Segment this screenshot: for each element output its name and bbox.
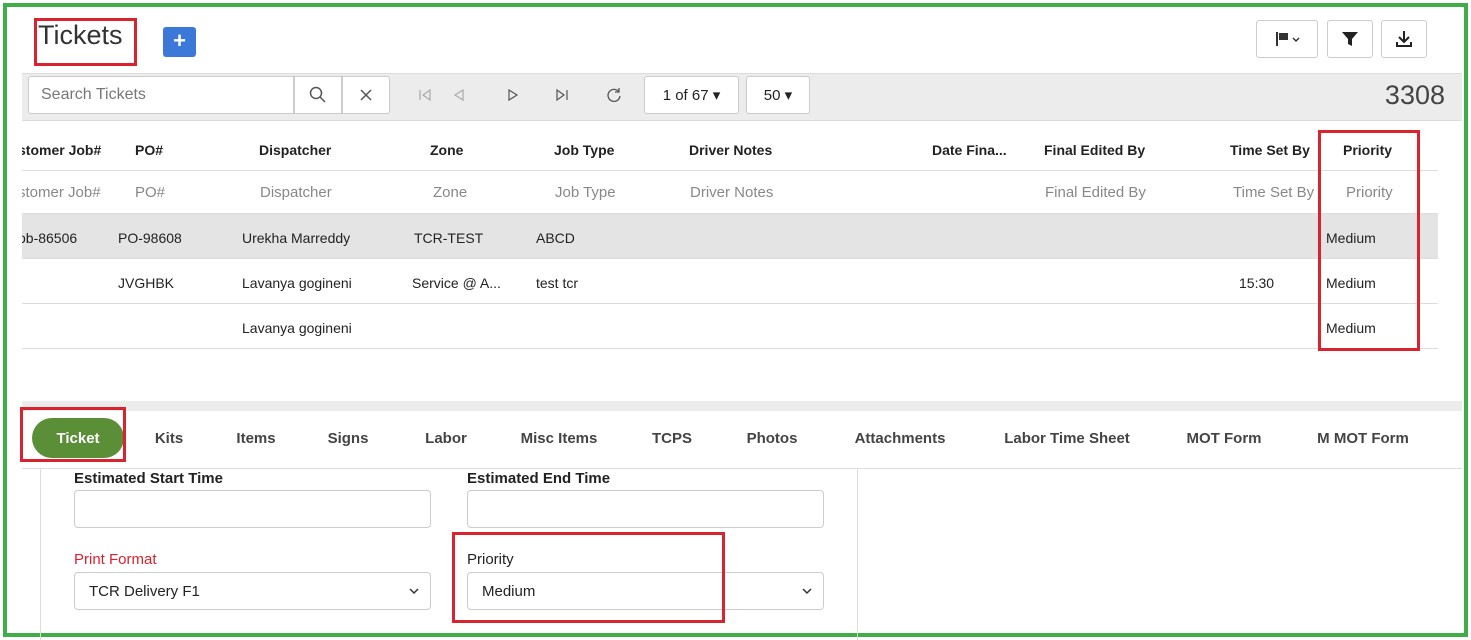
cell-time-set-by: 15:30 <box>1239 275 1275 291</box>
tab-misc-items[interactable]: Misc Items <box>510 418 608 458</box>
search-button[interactable] <box>294 76 342 114</box>
col-header-customer-job[interactable]: stomer Job# <box>22 142 101 158</box>
cell-priority: Medium <box>1326 275 1376 291</box>
tickets-grid: stomer Job# PO# Dispatcher Zone Job Type… <box>22 121 1438 349</box>
tab-signs[interactable]: Signs <box>320 418 376 458</box>
tab-items[interactable]: Items <box>228 418 284 458</box>
download-icon <box>1396 31 1412 47</box>
tab-labor-time-sheet[interactable]: Labor Time Sheet <box>992 418 1142 458</box>
refresh-icon[interactable] <box>603 84 625 106</box>
cell-priority: Medium <box>1326 230 1376 246</box>
priority-value: Medium <box>482 582 536 600</box>
tab-attachments[interactable]: Attachments <box>842 418 958 458</box>
estimated-start-input[interactable] <box>74 490 431 528</box>
col-header-date-final[interactable]: Date Fina... <box>932 142 1007 158</box>
clear-search-button[interactable] <box>342 76 390 114</box>
filter-po[interactable]: PO# <box>135 184 165 201</box>
tab-tcps[interactable]: TCPS <box>643 418 701 458</box>
add-ticket-button[interactable]: + <box>163 27 196 57</box>
cell-customer-job: ob-86506 <box>22 230 78 246</box>
cell-dispatcher: Lavanya gogineni <box>242 320 352 336</box>
tab-kits[interactable]: Kits <box>146 418 192 458</box>
filter-priority[interactable]: Priority <box>1346 184 1393 201</box>
cell-dispatcher: Urekha Marreddy <box>242 230 351 246</box>
chevron-down-icon <box>802 588 812 595</box>
col-header-time-set-by[interactable]: Time Set By <box>1230 142 1310 158</box>
close-icon <box>360 89 372 101</box>
col-header-priority[interactable]: Priority <box>1343 142 1392 158</box>
page-select[interactable]: 1 of 67 ▾ <box>644 76 739 114</box>
download-button[interactable] <box>1381 20 1427 58</box>
filter-button[interactable] <box>1327 20 1373 58</box>
flag-icon <box>1276 32 1300 46</box>
cell-zone: Service @ A... <box>412 275 501 291</box>
page-size-select[interactable]: 50 ▾ <box>746 76 810 114</box>
estimated-end-input[interactable] <box>467 490 824 528</box>
cell-po: JVGHBK <box>118 275 175 291</box>
print-format-select[interactable]: TCR Delivery F1 <box>74 572 431 610</box>
tabs-divider <box>22 401 1462 411</box>
page-title: Tickets <box>38 20 123 50</box>
estimated-end-label: Estimated End Time <box>467 470 611 487</box>
last-page-icon[interactable] <box>551 84 573 106</box>
table-row[interactable] <box>22 214 1438 259</box>
tab-mot-form[interactable]: MOT Form <box>1176 418 1272 458</box>
tab-m-mot-form[interactable]: M MOT Form <box>1305 418 1421 458</box>
table-row[interactable] <box>22 304 1438 349</box>
filter-final-edited-by[interactable]: Final Edited By <box>1045 184 1146 201</box>
estimated-start-label: Estimated Start Time <box>74 470 223 487</box>
filter-job-type[interactable]: Job Type <box>555 184 616 201</box>
col-header-po[interactable]: PO# <box>135 142 163 158</box>
tab-labor[interactable]: Labor <box>417 418 475 458</box>
table-row[interactable] <box>22 259 1438 304</box>
priority-select[interactable]: Medium <box>467 572 824 610</box>
cell-job-type: ABCD <box>536 230 575 246</box>
filter-customer-job[interactable]: stomer Job# <box>22 184 101 201</box>
col-header-dispatcher[interactable]: Dispatcher <box>259 142 331 158</box>
cell-dispatcher: Lavanya gogineni <box>242 275 352 291</box>
filter-zone[interactable]: Zone <box>433 184 467 201</box>
cell-zone: TCR-TEST <box>414 230 484 246</box>
filter-dispatcher[interactable]: Dispatcher <box>260 184 332 201</box>
chevron-down-icon <box>409 588 419 595</box>
search-icon <box>309 86 326 103</box>
print-format-label: Print Format <box>74 551 157 568</box>
next-page-icon[interactable] <box>502 84 524 106</box>
filter-driver-notes[interactable]: Driver Notes <box>690 184 773 201</box>
cell-priority: Medium <box>1326 320 1376 336</box>
cell-po: PO-98608 <box>118 230 182 246</box>
filter-icon <box>1342 32 1358 46</box>
col-header-job-type[interactable]: Job Type <box>554 142 614 158</box>
search-input[interactable] <box>28 76 294 114</box>
col-header-zone[interactable]: Zone <box>430 142 463 158</box>
first-page-icon[interactable] <box>414 84 436 106</box>
col-header-driver-notes[interactable]: Driver Notes <box>689 142 772 158</box>
print-format-value: TCR Delivery F1 <box>89 582 200 600</box>
priority-label: Priority <box>467 551 514 568</box>
flag-dropdown-button[interactable] <box>1256 20 1318 58</box>
prev-page-icon[interactable] <box>448 84 470 106</box>
filter-time-set-by[interactable]: Time Set By <box>1233 184 1314 201</box>
tab-photos[interactable]: Photos <box>738 418 806 458</box>
tab-ticket[interactable]: Ticket <box>32 418 124 458</box>
total-count: 3308 <box>1384 80 1445 110</box>
col-header-final-edited-by[interactable]: Final Edited By <box>1044 142 1145 158</box>
cell-job-type: test tcr <box>536 275 579 291</box>
